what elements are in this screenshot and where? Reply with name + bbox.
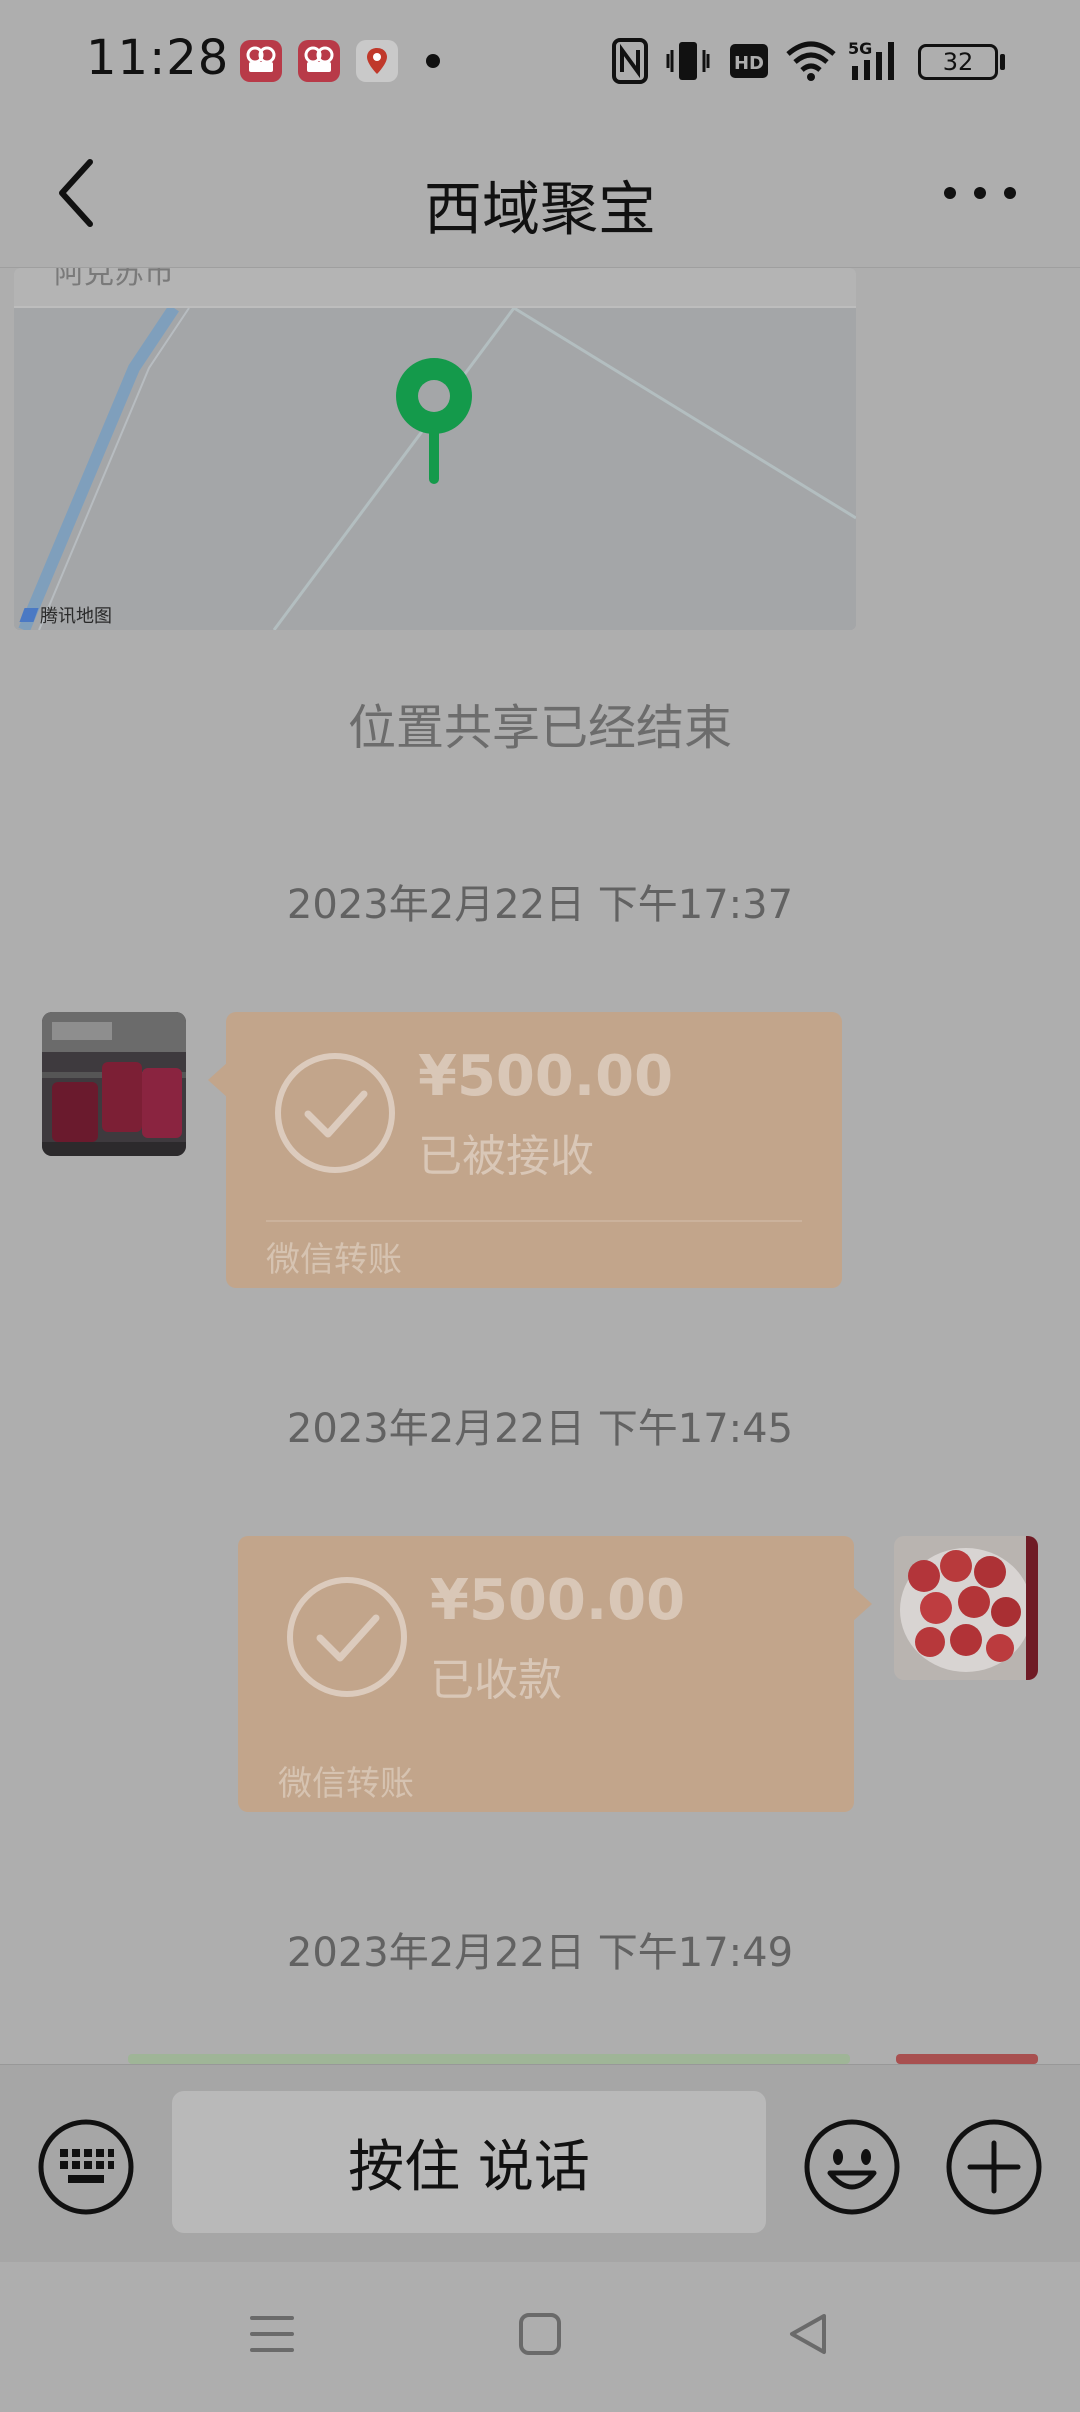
keyboard-icon (38, 2119, 134, 2215)
app-icon-video-2 (298, 40, 340, 82)
avatar-train-image (42, 1012, 186, 1156)
transfer-card-received[interactable]: ¥500.00 已被接收 微信转账 (208, 1012, 842, 1288)
plus-icon (946, 2119, 1042, 2215)
emoji-icon (804, 2119, 900, 2215)
chat-input-bar: 按住 说话 (0, 2064, 1080, 2262)
check-circle-icon (275, 1053, 395, 1173)
battery-icon: 32 (918, 44, 998, 80)
next-message-peek (128, 2054, 850, 2064)
keyboard-toggle-button[interactable] (36, 2117, 136, 2217)
nfc-icon (612, 38, 648, 84)
svg-text:HD: HD (734, 53, 764, 74)
home-icon[interactable] (512, 2306, 568, 2362)
chat-header: 西域聚宝 (0, 124, 1080, 268)
transfer-status: 已被接收 (418, 1131, 594, 1182)
battery-tip (1000, 54, 1005, 70)
check-circle-icon (287, 1577, 407, 1697)
transfer-type: 微信转账 (266, 1240, 402, 1280)
chat-title: 西域聚宝 (423, 175, 656, 243)
location-map-card[interactable]: 阿克苏市 腾讯地图 (14, 268, 856, 630)
transfer-amount: ¥500.00 (418, 1044, 674, 1109)
more-dots-icon (944, 187, 956, 199)
menu-icon[interactable] (244, 2306, 300, 2362)
more-dot (1004, 187, 1016, 199)
emoji-button[interactable] (802, 2117, 902, 2217)
wifi-icon (786, 41, 836, 81)
more-functions-button[interactable] (944, 2117, 1044, 2217)
system-navigation-bar (0, 2262, 1080, 2412)
map-attribution: 腾讯地图 (19, 602, 112, 628)
more-button[interactable] (934, 168, 1026, 218)
transfer-divider (266, 1220, 802, 1222)
transfer-card-sent[interactable]: ¥500.00 已收款 微信转账 (238, 1536, 872, 1812)
transfer-status: 已收款 (430, 1655, 562, 1706)
timestamp: 2023年2月22日 下午17:49 (286, 1930, 794, 1976)
map-logo-icon (19, 608, 39, 622)
signal-5g-icon: 5G (848, 39, 894, 80)
map-address-text: 阿克苏市 (54, 268, 174, 291)
timestamp: 2023年2月22日 下午17:45 (286, 1406, 794, 1452)
app-icon-location (356, 40, 398, 82)
transfer-amount: ¥500.00 (430, 1568, 686, 1633)
transfer-type: 微信转账 (278, 1764, 414, 1804)
chat-area[interactable]: 阿克苏市 腾讯地图 位置共享已经结束 2023年2月22日 下午17:37 ¥5… (0, 268, 1080, 2064)
map-image (14, 268, 856, 630)
bubble-tail (208, 1062, 228, 1098)
hold-to-talk-button[interactable]: 按住 说话 (172, 2091, 766, 2233)
contact-avatar[interactable] (42, 1012, 186, 1156)
svg-text:5G: 5G (848, 39, 872, 58)
next-avatar-peek (896, 2054, 1038, 2064)
hd-icon: HD (730, 44, 768, 78)
status-bar: 11:28 HD 5G 32 (0, 0, 1080, 124)
bubble-tail (852, 1586, 872, 1622)
map-address-bar: 阿克苏市 (14, 268, 856, 308)
my-avatar[interactable] (894, 1536, 1038, 1680)
location-share-ended: 位置共享已经结束 (347, 700, 732, 756)
vibrate-icon (666, 42, 710, 80)
notification-dot-icon (426, 54, 440, 68)
timestamp: 2023年2月22日 下午17:37 (286, 882, 794, 928)
more-dot (974, 187, 986, 199)
battery-level: 32 (942, 48, 974, 76)
app-icon-video-1 (240, 40, 282, 82)
back-icon[interactable] (780, 2306, 836, 2362)
map-attribution-text: 腾讯地图 (40, 606, 112, 627)
avatar-tomatoes-image (894, 1536, 1038, 1680)
status-time: 11:28 (86, 30, 230, 86)
